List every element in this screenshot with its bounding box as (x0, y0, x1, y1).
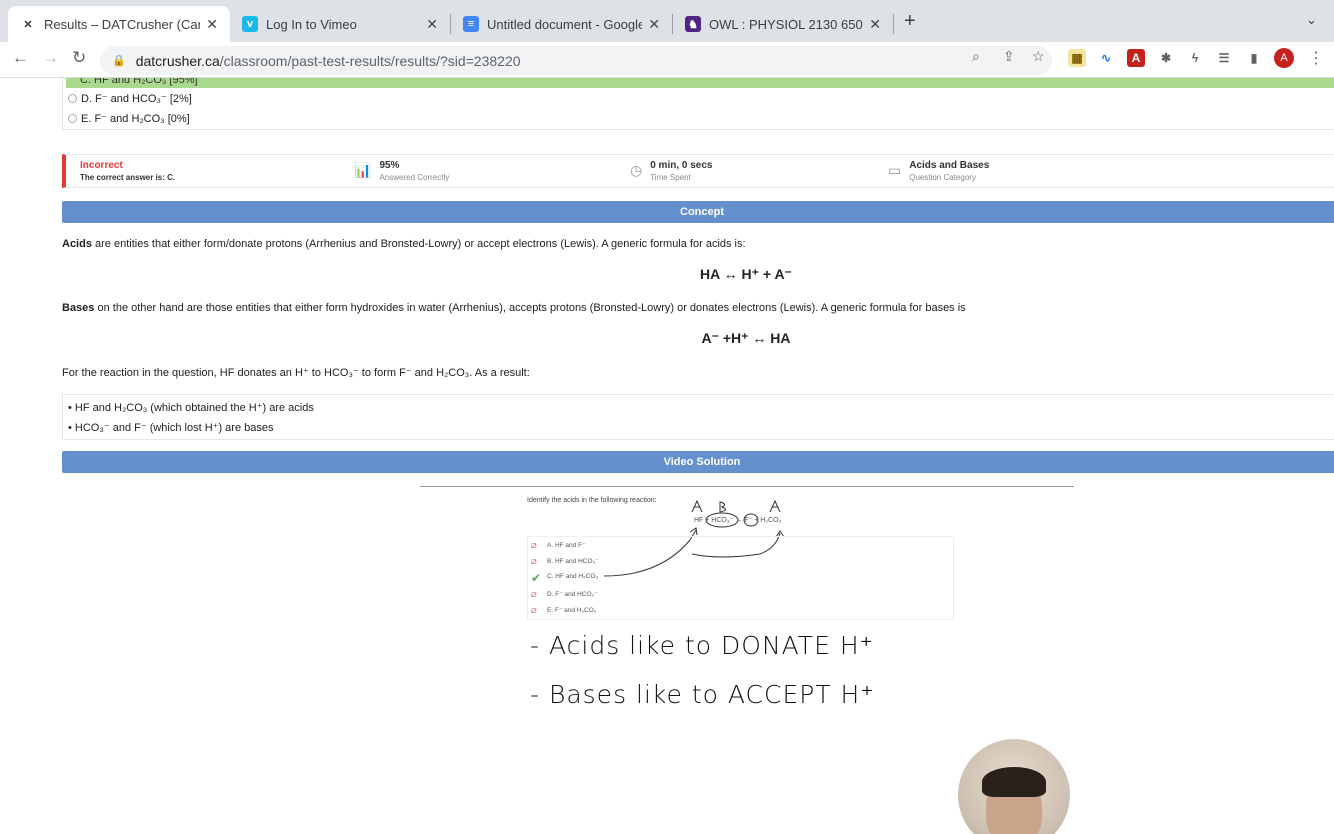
slide-option: D. F⁻ and HCO₃⁻ (547, 591, 598, 598)
tab-title: Results – DATCrusher (Canada) (44, 16, 200, 32)
bases-term: Bases (62, 302, 95, 314)
close-tab-icon[interactable]: ✕ (869, 16, 881, 33)
answer-option[interactable]: E. F⁻ and H₂CO₃ [0%] (68, 112, 190, 125)
radio-icon (68, 94, 77, 103)
close-tab-icon[interactable]: ✕ (426, 16, 438, 33)
puzzle-icon[interactable]: ✱ (1157, 49, 1175, 67)
concept-header: Concept (62, 201, 1334, 223)
acids-term: Acids (62, 238, 92, 250)
list-item: • HCO₃⁻ and F⁻ (which lost H⁺) are bases (68, 422, 274, 434)
owl-icon: ♞ (685, 16, 701, 32)
side-panel-icon[interactable]: ▮ (1245, 49, 1263, 67)
reload-icon[interactable]: ↻ (72, 48, 86, 68)
forward-icon[interactable]: → (42, 48, 59, 68)
cross-icon: ⧄ (531, 556, 537, 566)
radio-icon (68, 114, 77, 123)
datcrusher-icon: ✕ (23, 18, 33, 31)
acids-paragraph: Acids are entities that either form/dona… (62, 238, 746, 250)
result-time: ◷ 0 min, 0 secs Time Spent (630, 160, 712, 182)
back-icon[interactable]: ← (12, 48, 29, 68)
time-value: 0 min, 0 secs (650, 160, 713, 171)
vimeo-icon: v (242, 16, 258, 32)
reading-list-icon[interactable]: ☰ (1215, 49, 1233, 67)
list-item: • HF and H₂CO₃ (which obtained the H⁺) a… (68, 402, 314, 414)
share-icon[interactable]: ⇪ (1003, 48, 1015, 65)
tab-google-docs[interactable]: ≡ Untitled document - Google Docs ✕ (451, 6, 672, 42)
tab-datcrusher[interactable]: ✕ Results – DATCrusher (Canada) ✕ (8, 6, 230, 42)
presenter-hair (982, 767, 1046, 797)
status-label: Incorrect (80, 160, 123, 171)
category-label: Question Category (909, 173, 976, 182)
address-bar[interactable]: 🔒 datcrusher.ca/classroom/past-test-resu… (100, 46, 1052, 75)
category-value: Acids and Bases (909, 160, 990, 171)
slide-option: C. HF and H₂CO₃ (547, 573, 599, 580)
browser-tab-bar: ✕ Results – DATCrusher (Canada) ✕ v Log … (0, 0, 1334, 42)
lightning-icon[interactable]: ϟ (1186, 49, 1204, 67)
chevron-down-icon[interactable]: ⌄ (1306, 12, 1317, 28)
list-item-text: HF and H₂CO₃ (which obtained the H⁺) are… (74, 402, 314, 414)
result-status: Incorrect The correct answer is: C. (80, 160, 175, 182)
video-solution-header: Video Solution (62, 451, 1334, 473)
answer-option-selected[interactable]: C. HF and H₂CO₃ [95%] (66, 78, 1334, 88)
slide-option: B. HF and HCO₃⁻ (547, 558, 599, 565)
url-path: /classroom/past-test-results/results/?si… (219, 52, 521, 69)
lock-icon: 🔒 (112, 55, 126, 67)
cross-icon: ⧄ (531, 540, 537, 550)
answer-option-label: D. F⁻ and HCO₃⁻ [2%] (81, 93, 192, 105)
tab-separator (893, 14, 894, 34)
acids-text: are entities that either form/donate pro… (91, 238, 746, 250)
percent-label: Answered Correctly (379, 173, 450, 182)
calculator-extension-icon[interactable]: ▦ (1068, 49, 1086, 67)
bases-text: on the other hand are those entities tha… (94, 302, 966, 314)
result-summary: Incorrect The correct answer is: C. 📊 95… (62, 154, 1334, 188)
close-tab-icon[interactable]: ✕ (206, 16, 218, 33)
correct-answer-text: The correct answer is: C. (80, 173, 176, 182)
new-tab-icon[interactable]: + (904, 10, 916, 33)
url-domain: datcrusher.ca (135, 52, 220, 69)
tab-title: Untitled document - Google Docs (487, 16, 643, 32)
avatar[interactable]: A (1274, 48, 1294, 68)
list-item-text: HCO₃⁻ and F⁻ (which lost H⁺) are bases (74, 422, 274, 434)
cross-icon: ⧄ (531, 605, 537, 615)
zoom-icon[interactable]: ⌕ (972, 48, 980, 65)
tab-title: OWL : PHYSIOL 2130 650 SU22 (709, 16, 863, 32)
star-icon[interactable]: ☆ (1032, 48, 1045, 65)
tab-vimeo[interactable]: v Log In to Vimeo ✕ (230, 6, 450, 42)
check-icon: ✔ (531, 571, 542, 585)
handwritten-line: - Acids like to DONATE H⁺ (530, 631, 874, 660)
handwritten-line: - Bases like to ACCEPT H⁺ (530, 680, 875, 709)
reaction-paragraph: For the reaction in the question, HF don… (62, 367, 530, 379)
pdf-extension-icon[interactable]: A (1127, 49, 1145, 67)
result-percent: 📊 95% Answered Correctly (354, 160, 449, 182)
bar-chart-icon: 📊 (354, 162, 372, 178)
percent-value: 95% (379, 160, 400, 171)
tab-owl[interactable]: ♞ OWL : PHYSIOL 2130 650 SU22 ✕ (673, 6, 893, 42)
audio-extension-icon[interactable]: ∿ (1097, 49, 1115, 67)
menu-icon[interactable]: ⋮ (1308, 48, 1324, 68)
clock-icon: ◷ (630, 162, 643, 178)
slide-option: A. HF and F⁻ (547, 542, 586, 549)
close-tab-icon[interactable]: ✕ (648, 16, 660, 33)
page-content: C. HF and H₂CO₃ [95%] D. F⁻ and HCO₃⁻ [2… (0, 78, 1334, 834)
bases-formula: A⁻ +H⁺ ↔ HA (701, 330, 791, 346)
tab-title: Log In to Vimeo (266, 16, 357, 32)
answer-option-label: E. F⁻ and H₂CO₃ [0%] (81, 113, 190, 125)
answer-option[interactable]: D. F⁻ and HCO₃⁻ [2%] (68, 92, 192, 105)
cross-icon: ⧄ (531, 589, 537, 599)
acids-formula: HA ↔ H⁺ + A⁻ (700, 266, 792, 282)
time-label: Time Spent (650, 173, 691, 182)
result-category: ▭ Acids and Bases Question Category (888, 160, 989, 182)
calendar-icon: ▭ (888, 162, 902, 178)
google-docs-icon: ≡ (463, 16, 479, 32)
slide-option: E. F⁻ and H₂CO₃ (547, 607, 597, 614)
bases-paragraph: Bases on the other hand are those entiti… (62, 302, 966, 314)
